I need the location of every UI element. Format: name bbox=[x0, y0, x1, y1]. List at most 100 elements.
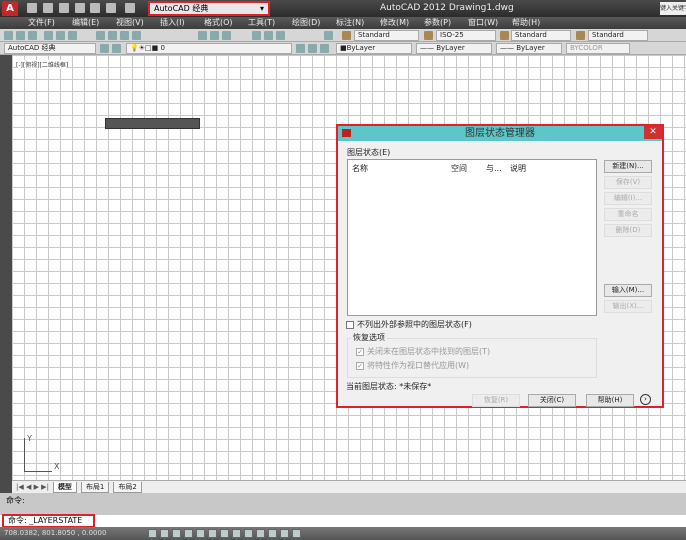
help-button[interactable]: 帮助(H) bbox=[586, 394, 634, 407]
infer-constraints-icon[interactable] bbox=[148, 529, 157, 538]
search-input[interactable]: 键入关键字 bbox=[660, 2, 686, 15]
tab-model[interactable]: 模型 bbox=[52, 481, 77, 493]
viewport-override-checkbox[interactable]: ✓ 将特性作为视口替代应用(W) bbox=[356, 360, 469, 371]
export-button[interactable]: 输出(X)... bbox=[604, 300, 652, 313]
lineweight-icon[interactable] bbox=[268, 529, 277, 538]
edit-button[interactable]: 编辑(I)... bbox=[604, 192, 652, 205]
menu-tools[interactable]: 工具(T) bbox=[248, 17, 292, 29]
print-icon[interactable] bbox=[90, 3, 100, 13]
command-line[interactable] bbox=[0, 515, 686, 527]
workspace-dropdown[interactable]: AutoCAD 经典 ▾ bbox=[148, 1, 270, 16]
menu-edit[interactable]: 编辑(E) bbox=[72, 17, 116, 29]
workspace-settings-icon[interactable] bbox=[100, 44, 109, 53]
preview-icon[interactable] bbox=[56, 31, 65, 40]
help-icon[interactable] bbox=[324, 31, 333, 40]
save-button[interactable]: 保存(V) bbox=[604, 176, 652, 189]
tab-layout1[interactable]: 布局1 bbox=[80, 481, 110, 493]
ducs-icon[interactable] bbox=[244, 529, 253, 538]
osnap-icon[interactable] bbox=[208, 529, 217, 538]
dim-style-dropdown[interactable]: ISO-25 bbox=[436, 30, 496, 41]
new-icon[interactable] bbox=[4, 31, 13, 40]
app-menu-button[interactable]: A bbox=[2, 1, 18, 16]
column-name[interactable]: 名称 bbox=[352, 163, 368, 174]
rename-button[interactable]: 重命名 bbox=[604, 208, 652, 221]
lineweight-dropdown[interactable]: —— ByLayer bbox=[496, 43, 562, 54]
floating-toolbar[interactable] bbox=[105, 118, 200, 129]
layer-previous-icon[interactable] bbox=[308, 44, 317, 53]
open-icon[interactable] bbox=[43, 3, 53, 13]
column-space[interactable]: 空间 bbox=[451, 163, 467, 174]
menu-draw[interactable]: 绘图(D) bbox=[292, 17, 336, 29]
pan-icon[interactable] bbox=[198, 31, 207, 40]
menu-format[interactable]: 格式(O) bbox=[204, 17, 248, 29]
tab-layout2[interactable]: 布局2 bbox=[113, 481, 142, 493]
save-icon[interactable] bbox=[28, 31, 37, 40]
layer-states-list[interactable]: 名称 空间 与... 说明 bbox=[347, 159, 597, 316]
layer-states-icon[interactable] bbox=[320, 44, 329, 53]
menu-help[interactable]: 帮助(H) bbox=[512, 17, 556, 29]
checkbox[interactable] bbox=[346, 320, 354, 329]
open-icon[interactable] bbox=[16, 31, 25, 40]
polar-icon[interactable] bbox=[196, 529, 205, 538]
command-input[interactable]: 命令: _LAYERSTATE bbox=[2, 514, 95, 528]
dialog-title-bar[interactable]: 图层状态管理器 bbox=[338, 126, 662, 141]
multileader-style-dropdown[interactable]: Standard bbox=[588, 30, 648, 41]
column-description[interactable]: 说明 bbox=[510, 163, 526, 174]
dyn-icon[interactable] bbox=[256, 529, 265, 538]
tool-palettes-icon[interactable] bbox=[276, 31, 285, 40]
copy-icon[interactable] bbox=[108, 31, 117, 40]
publish-icon[interactable] bbox=[68, 31, 77, 40]
snap-icon[interactable] bbox=[160, 529, 169, 538]
save-icon[interactable] bbox=[59, 3, 69, 13]
match-properties-icon[interactable] bbox=[132, 31, 141, 40]
linetype-dropdown[interactable]: —— ByLayer bbox=[416, 43, 492, 54]
table-style-dropdown[interactable]: Standard bbox=[511, 30, 571, 41]
column-same-as-db[interactable]: 与... bbox=[486, 163, 502, 174]
checkmark-icon[interactable]: ✓ bbox=[356, 361, 364, 370]
turn-off-layers-checkbox[interactable]: ✓ 关闭未在图层状态中找到的图层(T) bbox=[356, 346, 490, 357]
layer-properties-icon[interactable] bbox=[112, 44, 121, 53]
menu-view[interactable]: 视图(V) bbox=[116, 17, 160, 29]
xref-checkbox[interactable]: 不列出外部参照中的图层状态(F) bbox=[346, 319, 472, 330]
menu-modify[interactable]: 修改(M) bbox=[380, 17, 424, 29]
status-bar: 708.0382, 801.8050 , 0.0000 bbox=[0, 527, 686, 540]
close-button[interactable]: ✕ bbox=[644, 126, 662, 139]
quick-properties-icon[interactable] bbox=[292, 529, 301, 538]
properties-icon[interactable] bbox=[252, 31, 261, 40]
import-button[interactable]: 输入(M)... bbox=[604, 284, 652, 297]
expand-icon[interactable]: › bbox=[640, 394, 651, 405]
ortho-icon[interactable] bbox=[184, 529, 193, 538]
tab-nav-icon[interactable]: |◀ ◀ ▶ ▶| bbox=[16, 483, 49, 491]
new-button[interactable]: 新建(N)... bbox=[604, 160, 652, 173]
text-style-dropdown[interactable]: Standard bbox=[354, 30, 419, 41]
3d-osnap-icon[interactable] bbox=[220, 529, 229, 538]
color-dropdown[interactable]: ■ByLayer bbox=[336, 43, 412, 54]
transparency-icon[interactable] bbox=[280, 529, 289, 538]
menu-insert[interactable]: 插入(I) bbox=[160, 17, 204, 29]
save-as-icon[interactable] bbox=[75, 3, 85, 13]
delete-button[interactable]: 删除(D) bbox=[604, 224, 652, 237]
make-current-icon[interactable] bbox=[296, 44, 305, 53]
workspace-combo[interactable]: AutoCAD 经典 bbox=[4, 43, 96, 54]
layer-dropdown[interactable]: 💡☀□■ 0 bbox=[126, 43, 292, 54]
checkmark-icon[interactable]: ✓ bbox=[356, 347, 364, 356]
zoom-icon[interactable] bbox=[210, 31, 219, 40]
menu-parametric[interactable]: 参数(P) bbox=[424, 17, 468, 29]
design-center-icon[interactable] bbox=[264, 31, 273, 40]
print-icon[interactable] bbox=[44, 31, 53, 40]
menu-window[interactable]: 窗口(W) bbox=[468, 17, 512, 29]
undo-icon[interactable] bbox=[106, 3, 116, 13]
paste-icon[interactable] bbox=[120, 31, 129, 40]
new-icon[interactable] bbox=[27, 3, 37, 13]
redo-icon[interactable] bbox=[125, 3, 135, 13]
close-dialog-button[interactable]: 关闭(C) bbox=[528, 394, 576, 407]
restore-button[interactable]: 恢复(R) bbox=[472, 394, 520, 407]
zoom-window-icon[interactable] bbox=[222, 31, 231, 40]
grid-icon[interactable] bbox=[172, 529, 181, 538]
viewport-controls[interactable]: [-][俯视][二维线框] bbox=[16, 60, 69, 69]
plotstyle-dropdown[interactable]: BYCOLOR bbox=[566, 43, 630, 54]
otrack-icon[interactable] bbox=[232, 529, 241, 538]
menu-file[interactable]: 文件(F) bbox=[28, 17, 72, 29]
cut-icon[interactable] bbox=[96, 31, 105, 40]
menu-dimension[interactable]: 标注(N) bbox=[336, 17, 380, 29]
